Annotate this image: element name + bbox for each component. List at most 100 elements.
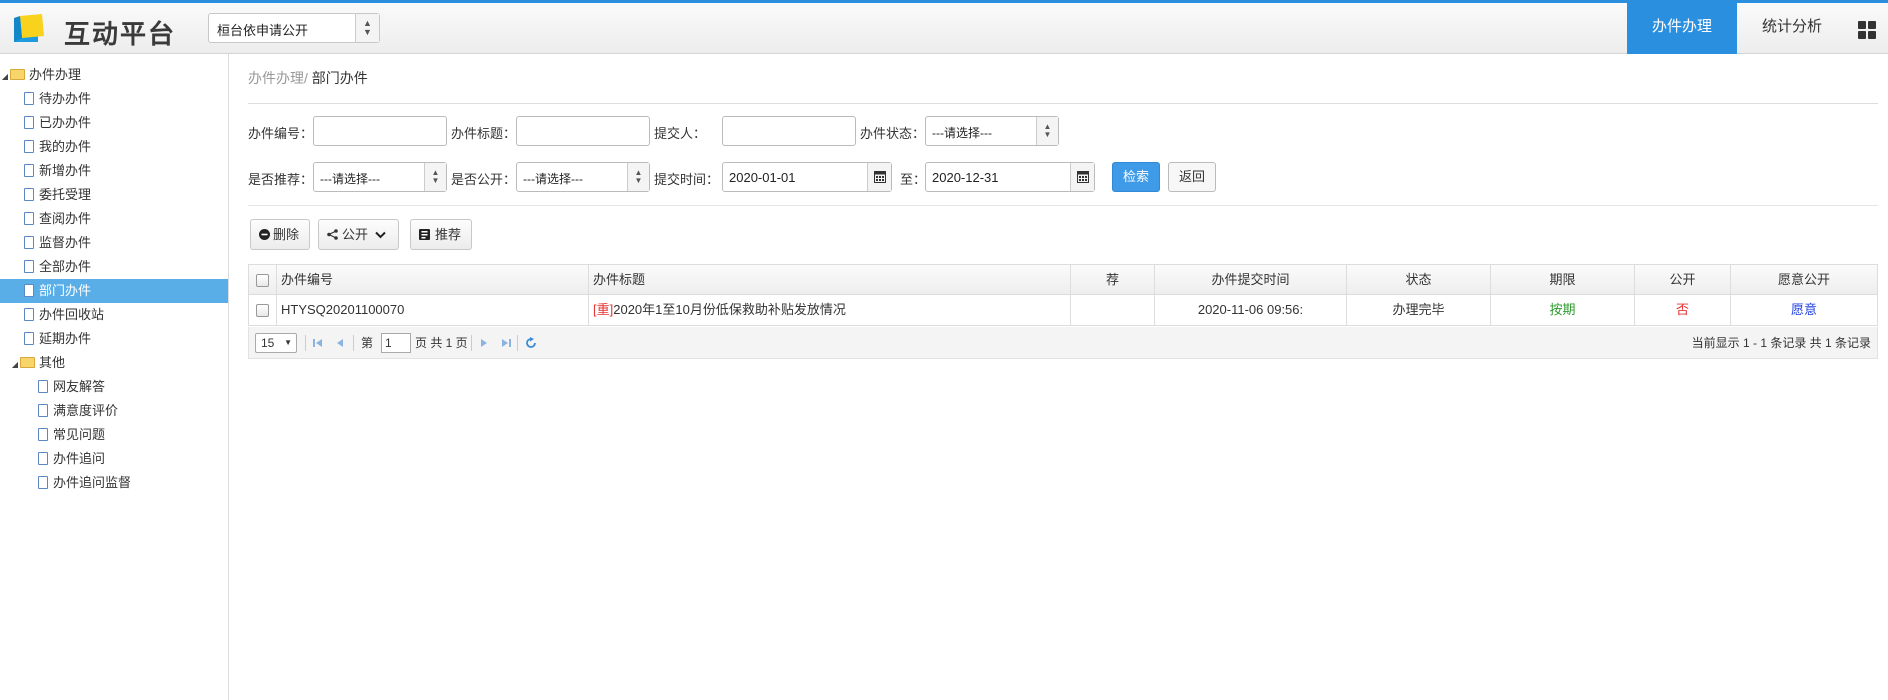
cell-submit-time: 2020-11-06 09:56: bbox=[1155, 295, 1347, 325]
table-header: 办件编号 办件标题 荐 办件提交时间 状态 期限 公开 愿意公开 bbox=[248, 264, 1878, 295]
table-row[interactable]: HTYSQ20201100070 [重]2020年1至10月份低保救助补贴发放情… bbox=[248, 295, 1878, 326]
time-from-input[interactable]: 2020-01-01 bbox=[722, 162, 892, 192]
next-page-icon[interactable] bbox=[479, 338, 489, 348]
delete-button[interactable]: 删除 bbox=[250, 219, 310, 250]
page-total: 页 共 1 页 bbox=[415, 336, 468, 350]
column-header-willing[interactable]: 愿意公开 bbox=[1731, 265, 1877, 295]
sidebar-item-new[interactable]: 新增办件 bbox=[0, 159, 228, 183]
time-from-value: 2020-01-01 bbox=[729, 170, 796, 185]
calendar-icon[interactable] bbox=[1070, 163, 1094, 191]
sidebar-item-department[interactable]: 部门办件 bbox=[0, 279, 228, 303]
tree-folder-label: 办件办理 bbox=[29, 67, 82, 82]
column-header-title[interactable]: 办件标题 bbox=[589, 265, 1071, 295]
recommend-button[interactable]: 推荐 bbox=[410, 219, 472, 250]
first-page-icon[interactable] bbox=[313, 338, 323, 348]
sidebar-item-all[interactable]: 全部办件 bbox=[0, 255, 228, 279]
apps-grid-icon[interactable] bbox=[1858, 21, 1876, 39]
sidebar-item-label: 部门办件 bbox=[39, 283, 92, 298]
tree-folder-other[interactable]: ◢ 其他 bbox=[0, 351, 228, 375]
sidebar-item-label: 全部办件 bbox=[39, 259, 92, 274]
expand-toggle-icon[interactable]: ◢ bbox=[10, 353, 20, 377]
cell-case-no: HTYSQ20201100070 bbox=[277, 295, 589, 325]
breadcrumb-parent[interactable]: 办件办理/ bbox=[248, 70, 308, 86]
document-icon bbox=[24, 260, 34, 274]
cell-title[interactable]: [重]2020年1至10月份低保救助补贴发放情况 bbox=[589, 295, 1071, 325]
status-select[interactable]: ---请选择--- ▲ ▼ bbox=[925, 116, 1059, 146]
sidebar-item-netizen-answers[interactable]: 网友解答 bbox=[0, 375, 228, 399]
last-page-icon[interactable] bbox=[501, 338, 511, 348]
page-size-select[interactable]: 15 ▼ bbox=[255, 333, 297, 353]
public-select[interactable]: ---请选择--- ▲ ▼ bbox=[516, 162, 650, 192]
expand-toggle-icon[interactable]: ◢ bbox=[0, 65, 10, 89]
sidebar-item-label: 常见问题 bbox=[53, 427, 106, 442]
tree-folder-case-handling[interactable]: ◢ 办件办理 bbox=[0, 63, 228, 87]
sidebar-item-delegated[interactable]: 委托受理 bbox=[0, 183, 228, 207]
record-summary: 当前显示 1 - 1 条记录 共 1 条记录 bbox=[1691, 336, 1871, 350]
sidebar-item-view[interactable]: 查阅办件 bbox=[0, 207, 228, 231]
column-header-status[interactable]: 状态 bbox=[1347, 265, 1491, 295]
sidebar-item-pending[interactable]: 待办办件 bbox=[0, 87, 228, 111]
sidebar-item-satisfaction[interactable]: 满意度评价 bbox=[0, 399, 228, 423]
sidebar-item-done[interactable]: 已办办件 bbox=[0, 111, 228, 135]
breadcrumb: 办件办理/ 部门办件 bbox=[248, 68, 368, 88]
column-header-deadline[interactable]: 期限 bbox=[1491, 265, 1635, 295]
divider bbox=[248, 103, 1878, 104]
row-checkbox[interactable] bbox=[256, 304, 269, 318]
select-arrows-icon: ▲ ▼ bbox=[627, 163, 649, 191]
column-header-case-no[interactable]: 办件编号 bbox=[277, 265, 589, 295]
share-icon bbox=[327, 229, 338, 240]
divider bbox=[471, 335, 472, 351]
sidebar-item-label: 办件追问监督 bbox=[53, 475, 132, 490]
time-to-value: 2020-12-31 bbox=[932, 170, 999, 185]
page-number-input[interactable]: 1 bbox=[381, 333, 411, 353]
document-icon bbox=[24, 92, 34, 106]
cell-recommend bbox=[1071, 295, 1155, 325]
recommend-select[interactable]: ---请选择--- ▲ ▼ bbox=[313, 162, 447, 192]
time-to-input[interactable]: 2020-12-31 bbox=[925, 162, 1095, 192]
column-header-recommend[interactable]: 荐 bbox=[1071, 265, 1155, 295]
refresh-icon[interactable] bbox=[525, 337, 537, 349]
cell-status: 办理完毕 bbox=[1347, 295, 1491, 325]
status-select-value: ---请选择--- bbox=[932, 126, 992, 140]
site-select[interactable]: 桓台依申请公开 ▲ ▼ bbox=[208, 13, 380, 43]
back-button[interactable]: 返回 bbox=[1168, 162, 1216, 192]
sidebar-item-supervise[interactable]: 监督办件 bbox=[0, 231, 228, 255]
submitter-input[interactable] bbox=[722, 116, 856, 146]
tab-case-handling[interactable]: 办件办理 bbox=[1627, 0, 1737, 54]
sidebar-item-label: 我的办件 bbox=[39, 139, 92, 154]
select-arrows-icon: ▲ ▼ bbox=[1036, 117, 1058, 145]
recommend-label: 是否推荐： bbox=[248, 172, 314, 187]
divider bbox=[353, 335, 354, 351]
prev-page-icon[interactable] bbox=[335, 338, 345, 348]
cell-title-text[interactable]: 2020年1至10月份低保救助补贴发放情况 bbox=[613, 302, 846, 317]
sidebar-item-faq[interactable]: 常见问题 bbox=[0, 423, 228, 447]
public-label: 是否公开： bbox=[451, 172, 517, 187]
to-label: 至： bbox=[900, 172, 927, 187]
sidebar-item-recycle-bin[interactable]: 办件回收站 bbox=[0, 303, 228, 327]
sidebar-item-followup-supervise[interactable]: 办件追问监督 bbox=[0, 471, 228, 495]
recommend-icon bbox=[419, 229, 430, 240]
tab-statistics[interactable]: 统计分析 bbox=[1737, 0, 1847, 54]
recommend-select-value: ---请选择--- bbox=[320, 172, 380, 186]
submit-time-label: 提交时间： bbox=[654, 172, 720, 187]
sidebar-item-followup[interactable]: 办件追问 bbox=[0, 447, 228, 471]
calendar-icon[interactable] bbox=[867, 163, 891, 191]
sidebar-item-extended[interactable]: 延期办件 bbox=[0, 327, 228, 351]
title-input[interactable] bbox=[516, 116, 650, 146]
cell-public: 否 bbox=[1635, 295, 1731, 325]
search-button[interactable]: 检索 bbox=[1112, 162, 1160, 192]
column-header-public[interactable]: 公开 bbox=[1635, 265, 1731, 295]
column-header-submit-time[interactable]: 办件提交时间 bbox=[1155, 265, 1347, 295]
document-icon bbox=[38, 404, 48, 418]
select-all-checkbox[interactable] bbox=[256, 274, 269, 288]
page-size-value: 15 bbox=[261, 336, 275, 350]
breadcrumb-current: 部门办件 bbox=[311, 70, 368, 86]
top-bar: 互动平台 桓台依申请公开 ▲ ▼ 办件办理 统计分析 bbox=[0, 0, 1888, 54]
document-icon bbox=[24, 284, 34, 298]
sidebar-item-label: 办件回收站 bbox=[39, 307, 105, 322]
minus-circle-icon bbox=[259, 229, 270, 240]
sidebar-item-mine[interactable]: 我的办件 bbox=[0, 135, 228, 159]
publish-dropdown-button[interactable]: 公开 bbox=[318, 219, 399, 250]
divider bbox=[248, 205, 1878, 206]
case-no-input[interactable] bbox=[313, 116, 447, 146]
